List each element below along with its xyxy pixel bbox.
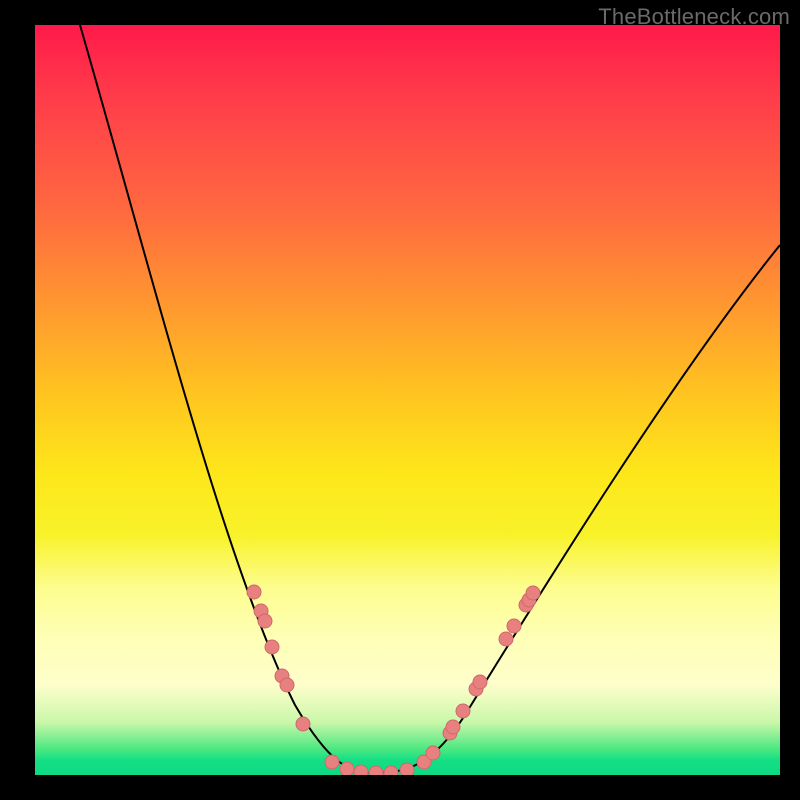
data-dot: [384, 766, 398, 775]
dot-group: [247, 585, 540, 775]
watermark-text: TheBottleneck.com: [598, 4, 790, 30]
data-dot: [296, 717, 310, 731]
data-dot: [369, 766, 383, 775]
data-dot: [340, 762, 354, 775]
data-dot: [280, 678, 294, 692]
data-dot: [354, 765, 368, 775]
data-dot: [507, 619, 521, 633]
data-dot: [247, 585, 261, 599]
bottleneck-curve: [80, 25, 780, 773]
data-dot: [499, 632, 513, 646]
data-dot: [456, 704, 470, 718]
data-dot: [265, 640, 279, 654]
plot-area: [35, 25, 780, 775]
data-dot: [325, 755, 339, 769]
chart-frame: TheBottleneck.com: [0, 0, 800, 800]
data-dot: [473, 675, 487, 689]
data-dot: [400, 763, 414, 775]
curve-layer: [35, 25, 780, 775]
data-dot: [426, 746, 440, 760]
data-dot: [258, 614, 272, 628]
data-dot: [446, 720, 460, 734]
data-dot: [526, 586, 540, 600]
